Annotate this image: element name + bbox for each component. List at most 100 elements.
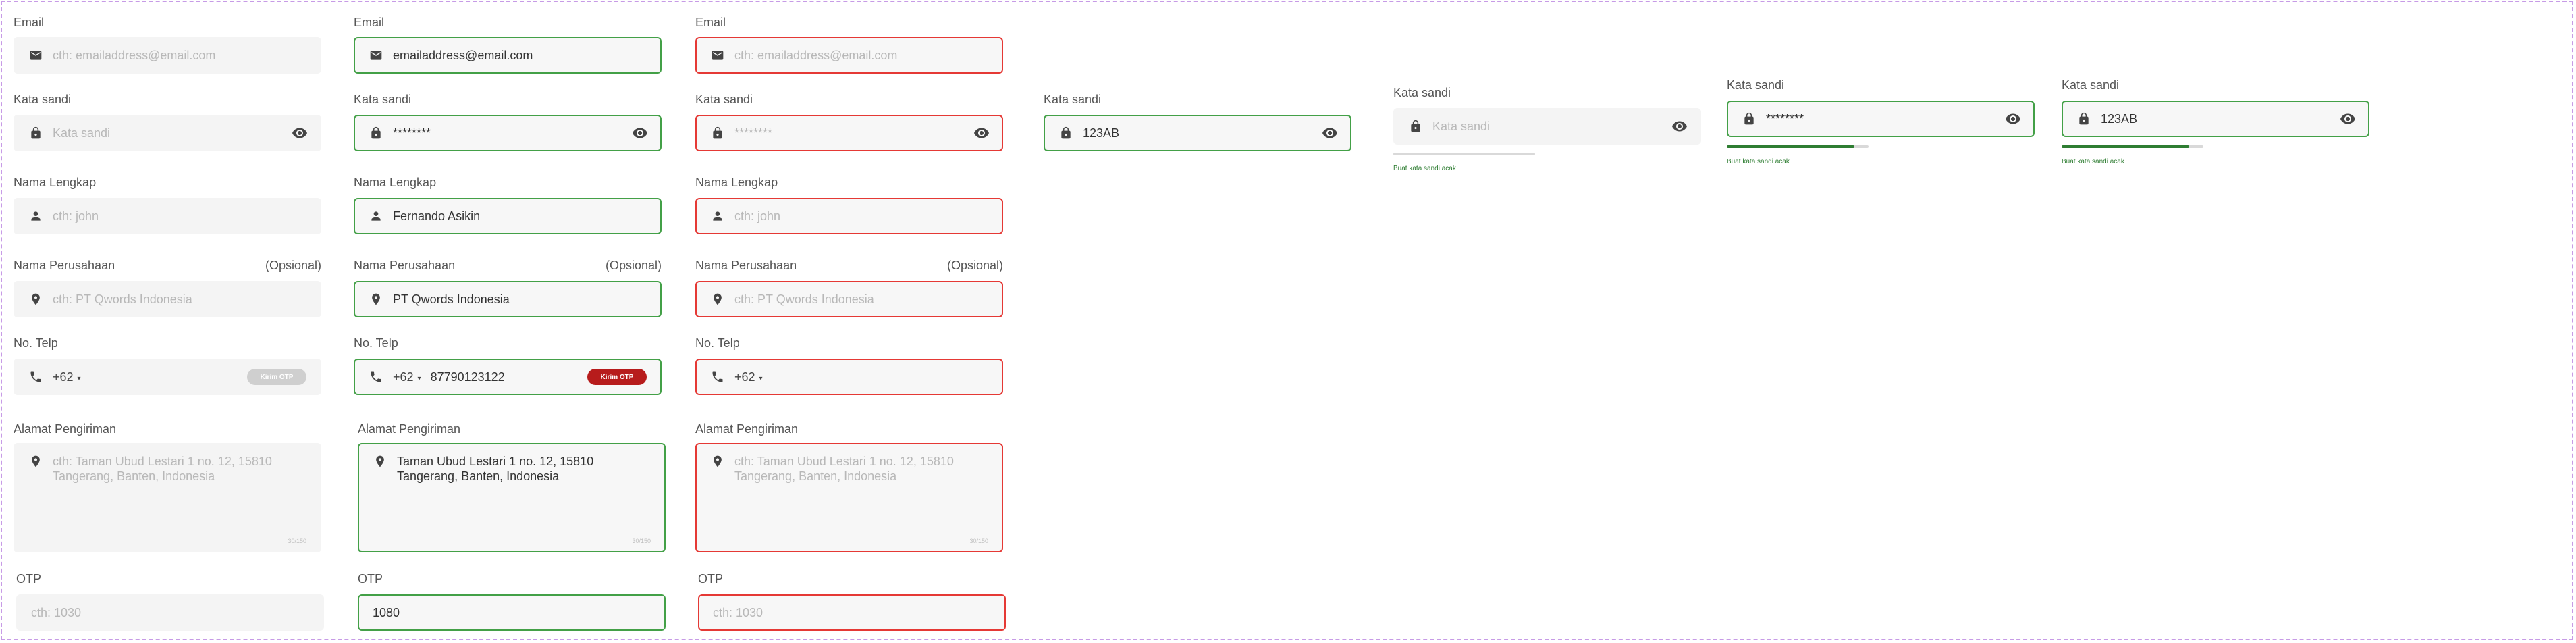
otp-label: OTP (16, 572, 42, 586)
company-value: PT Qwords Indonesia (393, 292, 510, 306)
eye-icon[interactable] (632, 125, 648, 141)
password-placeholder: Kata sandi (53, 126, 111, 140)
location-pin-icon (373, 454, 387, 469)
chevron-down-icon: ▾ (417, 374, 421, 382)
company-placeholder: cth: PT Qwords Indonesia (734, 292, 874, 306)
mail-icon (369, 48, 383, 63)
password-strength-bar (2062, 145, 2203, 148)
country-code-select[interactable]: +62 ▾ (393, 370, 421, 384)
full-name-placeholder: cth: john (53, 209, 99, 223)
password-field-strength-empty[interactable]: Kata sandi (1393, 108, 1701, 145)
address-label: Alamat Pengiriman (358, 422, 461, 436)
full-name-value: Fernando Asikin (393, 209, 481, 223)
otp-placeholder: cth: 1030 (713, 605, 763, 619)
password-plain-value: 123AB (2101, 111, 2138, 126)
email-label: Email (354, 16, 385, 29)
address-placeholder-line1: cth: Taman Ubud Lestari 1 no. 12, 15810 (53, 455, 272, 468)
user-icon (710, 209, 725, 224)
email-placeholder: cth: emailaddress@email.com (734, 48, 898, 62)
eye-icon[interactable] (292, 125, 308, 141)
otp-label: OTP (358, 572, 383, 586)
country-code-select[interactable]: +62 ▾ (734, 370, 763, 384)
lock-icon (1408, 119, 1423, 134)
email-field-error[interactable]: cth: emailaddress@email.com (695, 37, 1003, 74)
password-strength-fill (2062, 145, 2189, 148)
phone-field-error[interactable]: +62 ▾ (695, 359, 1003, 395)
password-field-success[interactable]: ******** (354, 115, 662, 151)
address-label: Alamat Pengiriman (695, 422, 799, 436)
email-field-success[interactable]: emailaddress@email.com (354, 37, 662, 74)
eye-icon[interactable] (1322, 125, 1338, 141)
eye-icon[interactable] (2005, 111, 2021, 127)
password-label: Kata sandi (2062, 78, 2120, 92)
password-field-strength-visible[interactable]: 123AB (2062, 101, 2369, 137)
phone-field-default[interactable]: +62 ▾ Kirim OTP (14, 359, 321, 395)
password-field-error[interactable]: ******** (695, 115, 1003, 151)
password-placeholder: Kata sandi (1432, 119, 1491, 133)
phone-icon (369, 369, 383, 384)
company-label: Nama Perusahaan (695, 259, 797, 272)
mail-icon (28, 48, 43, 63)
eye-icon[interactable] (1671, 118, 1688, 134)
location-pin-icon (28, 454, 43, 469)
optional-label: (Opsional) (605, 259, 662, 272)
password-hint: Buat kata sandi acak (2062, 158, 2124, 165)
eye-icon[interactable] (2340, 111, 2356, 127)
password-label: Kata sandi (354, 93, 412, 106)
password-field-default[interactable]: Kata sandi (14, 115, 321, 151)
full-name-label: Nama Lengkap (14, 176, 97, 189)
email-label: Email (14, 16, 45, 29)
email-label: Email (695, 16, 726, 29)
password-label: Kata sandi (1044, 93, 1102, 106)
password-field-strength-masked[interactable]: ******** (1727, 101, 2035, 137)
company-label: Nama Perusahaan (354, 259, 456, 272)
address-placeholder-line1: cth: Taman Ubud Lestari 1 no. 12, 15810 (734, 455, 954, 468)
address-value-line1: Taman Ubud Lestari 1 no. 12, 15810 (397, 455, 594, 468)
char-counter: 30/150 (288, 538, 306, 544)
company-field-success[interactable]: PT Qwords Indonesia (354, 281, 662, 317)
otp-field-default[interactable]: cth: 1030 (16, 594, 324, 631)
full-name-field-error[interactable]: cth: john (695, 198, 1003, 234)
phone-label: No. Telp (695, 336, 740, 350)
company-field-default[interactable]: cth: PT Qwords Indonesia (14, 281, 321, 317)
user-icon (28, 209, 43, 224)
password-plain-value: 123AB (1083, 126, 1120, 140)
lock-icon (1058, 126, 1073, 140)
full-name-placeholder: cth: john (734, 209, 781, 223)
otp-value: 1080 (373, 605, 400, 619)
phone-label: No. Telp (354, 336, 398, 350)
location-pin-icon (710, 454, 725, 469)
email-field-default[interactable]: cth: emailaddress@email.com (14, 37, 321, 74)
phone-icon (28, 369, 43, 384)
email-value: emailaddress@email.com (393, 48, 533, 62)
country-code-select[interactable]: +62 ▾ (53, 370, 81, 384)
otp-field-success[interactable]: 1080 (358, 594, 666, 631)
password-field-visible[interactable]: 123AB (1044, 115, 1351, 151)
send-otp-button[interactable]: Kirim OTP (587, 369, 647, 385)
full-name-field-success[interactable]: Fernando Asikin (354, 198, 662, 234)
address-field-default[interactable]: cth: Taman Ubud Lestari 1 no. 12, 15810 … (14, 443, 321, 552)
password-hint: Buat kata sandi acak (1393, 165, 1456, 172)
lock-icon (2076, 111, 2091, 126)
otp-placeholder: cth: 1030 (31, 605, 82, 619)
address-value-line2: Tangerang, Banten, Indonesia (397, 469, 560, 483)
eye-icon[interactable] (973, 125, 990, 141)
address-field-error[interactable]: cth: Taman Ubud Lestari 1 no. 12, 15810 … (695, 443, 1003, 552)
send-otp-button-disabled[interactable]: Kirim OTP (247, 369, 306, 385)
full-name-field-default[interactable]: cth: john (14, 198, 321, 234)
lock-icon (28, 126, 43, 140)
phone-field-success[interactable]: +62 ▾ 87790123122 Kirim OTP (354, 359, 662, 395)
char-counter: 30/150 (632, 538, 651, 544)
user-icon (369, 209, 383, 224)
location-pin-icon (369, 292, 383, 307)
password-label: Kata sandi (1727, 78, 1785, 92)
company-field-error[interactable]: cth: PT Qwords Indonesia (695, 281, 1003, 317)
email-placeholder: cth: emailaddress@email.com (53, 48, 216, 62)
company-label: Nama Perusahaan (14, 259, 115, 272)
address-field-success[interactable]: Taman Ubud Lestari 1 no. 12, 15810 Tange… (358, 443, 666, 552)
company-placeholder: cth: PT Qwords Indonesia (53, 292, 192, 306)
chevron-down-icon: ▾ (77, 374, 81, 382)
phone-value: 87790123122 (430, 369, 505, 384)
otp-field-error[interactable]: cth: 1030 (698, 594, 1006, 631)
location-pin-icon (710, 292, 725, 307)
